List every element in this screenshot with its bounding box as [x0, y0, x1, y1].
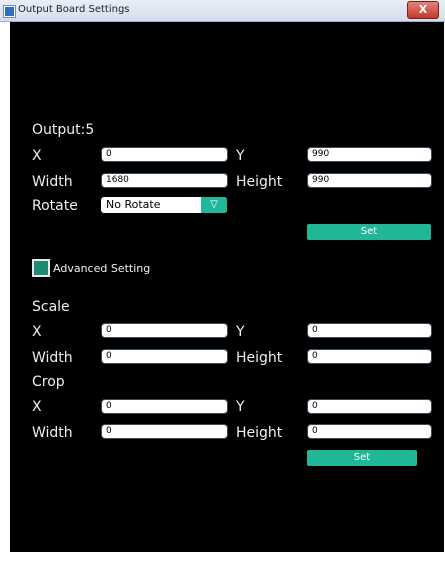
advanced-setting-label: Advanced Setting	[53, 262, 151, 275]
settings-panel	[10, 22, 444, 552]
scale-width-input[interactable]: 0	[101, 349, 228, 364]
output-x-label: X	[32, 148, 42, 164]
output-y-input[interactable]: 990	[307, 147, 432, 162]
output-height-input[interactable]: 990	[307, 173, 432, 188]
scale-x-input[interactable]: 0	[101, 323, 228, 338]
output-board-settings-window: Output Board Settings X Output:5 X 0 Y 9…	[0, 0, 445, 562]
crop-set-button[interactable]: Set	[307, 450, 417, 466]
output-width-label: Width	[32, 174, 73, 190]
output-height-label: Height	[236, 174, 283, 190]
crop-x-input[interactable]: 0	[101, 399, 228, 414]
scale-height-label: Height	[236, 350, 283, 366]
scale-y-input[interactable]: 0	[307, 323, 432, 338]
scale-x-label: X	[32, 324, 42, 340]
output-rotate-label: Rotate	[32, 198, 78, 214]
advanced-setting-checkbox[interactable]	[32, 259, 50, 277]
chevron-down-icon[interactable]: ▽	[201, 197, 227, 213]
scale-y-label: Y	[236, 324, 245, 340]
crop-x-label: X	[32, 399, 42, 415]
scale-width-label: Width	[32, 350, 73, 366]
scale-heading: Scale	[32, 299, 70, 315]
output-y-label: Y	[236, 148, 245, 164]
window-title: Output Board Settings	[18, 4, 130, 15]
output-heading: Output:5	[32, 122, 95, 138]
rotate-select-value: No Rotate	[106, 198, 161, 211]
title-bar: Output Board Settings X	[0, 0, 445, 22]
crop-heading: Crop	[32, 374, 65, 390]
output-width-input[interactable]: 1680	[101, 173, 228, 188]
app-icon	[4, 6, 15, 17]
output-x-input[interactable]: 0	[101, 147, 228, 162]
crop-y-input[interactable]: 0	[307, 399, 432, 414]
crop-height-label: Height	[236, 425, 283, 441]
close-button[interactable]: X	[407, 1, 439, 19]
scale-height-input[interactable]: 0	[307, 349, 432, 364]
output-set-button[interactable]: Set	[307, 224, 431, 240]
crop-height-input[interactable]: 0	[307, 424, 432, 439]
crop-y-label: Y	[236, 399, 245, 415]
crop-width-input[interactable]: 0	[101, 424, 228, 439]
crop-width-label: Width	[32, 425, 73, 441]
rotate-select[interactable]: No Rotate ▽	[101, 197, 227, 213]
